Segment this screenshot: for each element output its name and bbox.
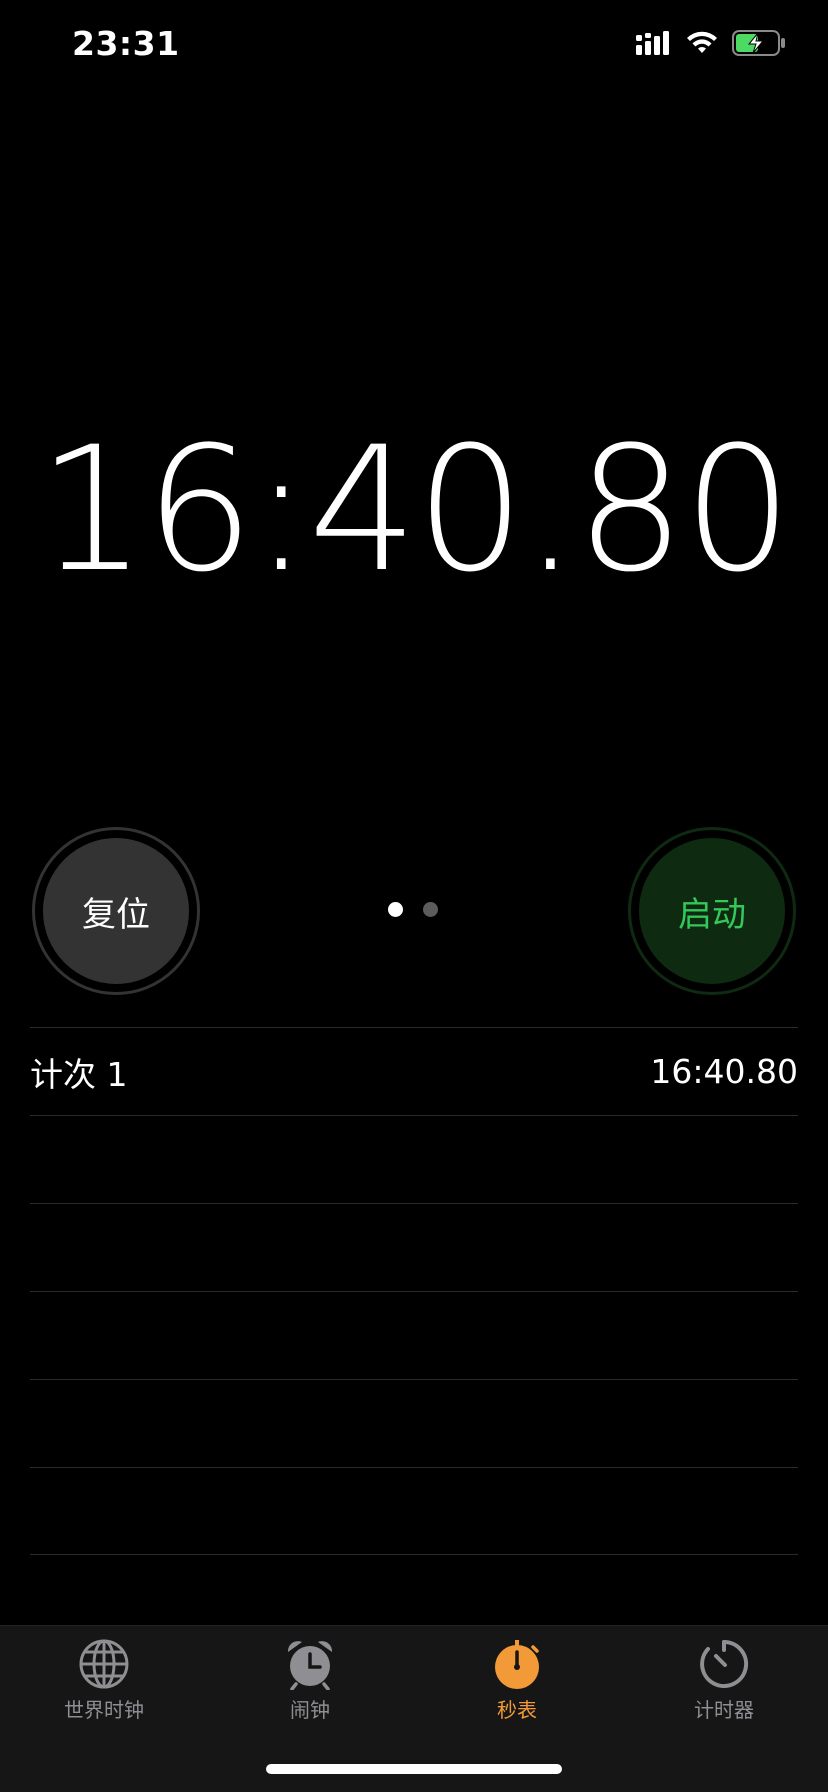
tab-label: 闹钟	[290, 1698, 330, 1722]
reset-button-label: 复位	[40, 835, 192, 987]
globe-icon	[78, 1638, 130, 1690]
tab-label: 计时器	[694, 1698, 754, 1722]
battery-charging-icon	[732, 30, 786, 56]
tab-label: 秒表	[497, 1698, 537, 1722]
lap-row: 计次 1 16:40.80	[30, 1027, 798, 1115]
lap-row	[30, 1291, 798, 1379]
start-button[interactable]: 启动	[628, 827, 796, 995]
tab-alarm[interactable]: 闹钟	[230, 1638, 390, 1723]
page-dot-inactive	[423, 902, 438, 917]
reset-button[interactable]: 复位	[32, 827, 200, 995]
alarm-clock-icon	[284, 1638, 336, 1690]
lap-row	[30, 1115, 798, 1203]
start-button-label: 启动	[636, 835, 788, 987]
timer-icon	[698, 1638, 750, 1690]
stopwatch-screen: 23:31 16:40.80 复位 启动 计次 1 16:40.80 世界时钟 …	[0, 0, 828, 1792]
page-indicator[interactable]	[388, 902, 438, 917]
status-bar: 23:31	[0, 0, 828, 90]
lap-row	[30, 1467, 798, 1555]
lap-time: 16:40.80	[650, 1052, 798, 1091]
stopwatch-display: 16:40.80	[37, 409, 792, 610]
lap-row	[30, 1203, 798, 1291]
status-time: 23:31	[72, 24, 180, 63]
home-indicator[interactable]	[266, 1764, 562, 1774]
wifi-icon	[686, 31, 718, 55]
tab-label: 世界时钟	[64, 1698, 144, 1722]
tab-stopwatch[interactable]: 秒表	[437, 1638, 597, 1723]
lap-row	[30, 1379, 798, 1467]
page-dot-active	[388, 902, 403, 917]
status-icons	[636, 30, 786, 56]
tab-world-clock[interactable]: 世界时钟	[24, 1638, 184, 1723]
lap-label: 计次 1	[30, 1054, 128, 1094]
tab-timer[interactable]: 计时器	[644, 1638, 804, 1723]
stopwatch-icon	[491, 1638, 543, 1690]
signal-icon	[636, 31, 672, 55]
lap-list: 计次 1 16:40.80	[30, 1027, 798, 1555]
